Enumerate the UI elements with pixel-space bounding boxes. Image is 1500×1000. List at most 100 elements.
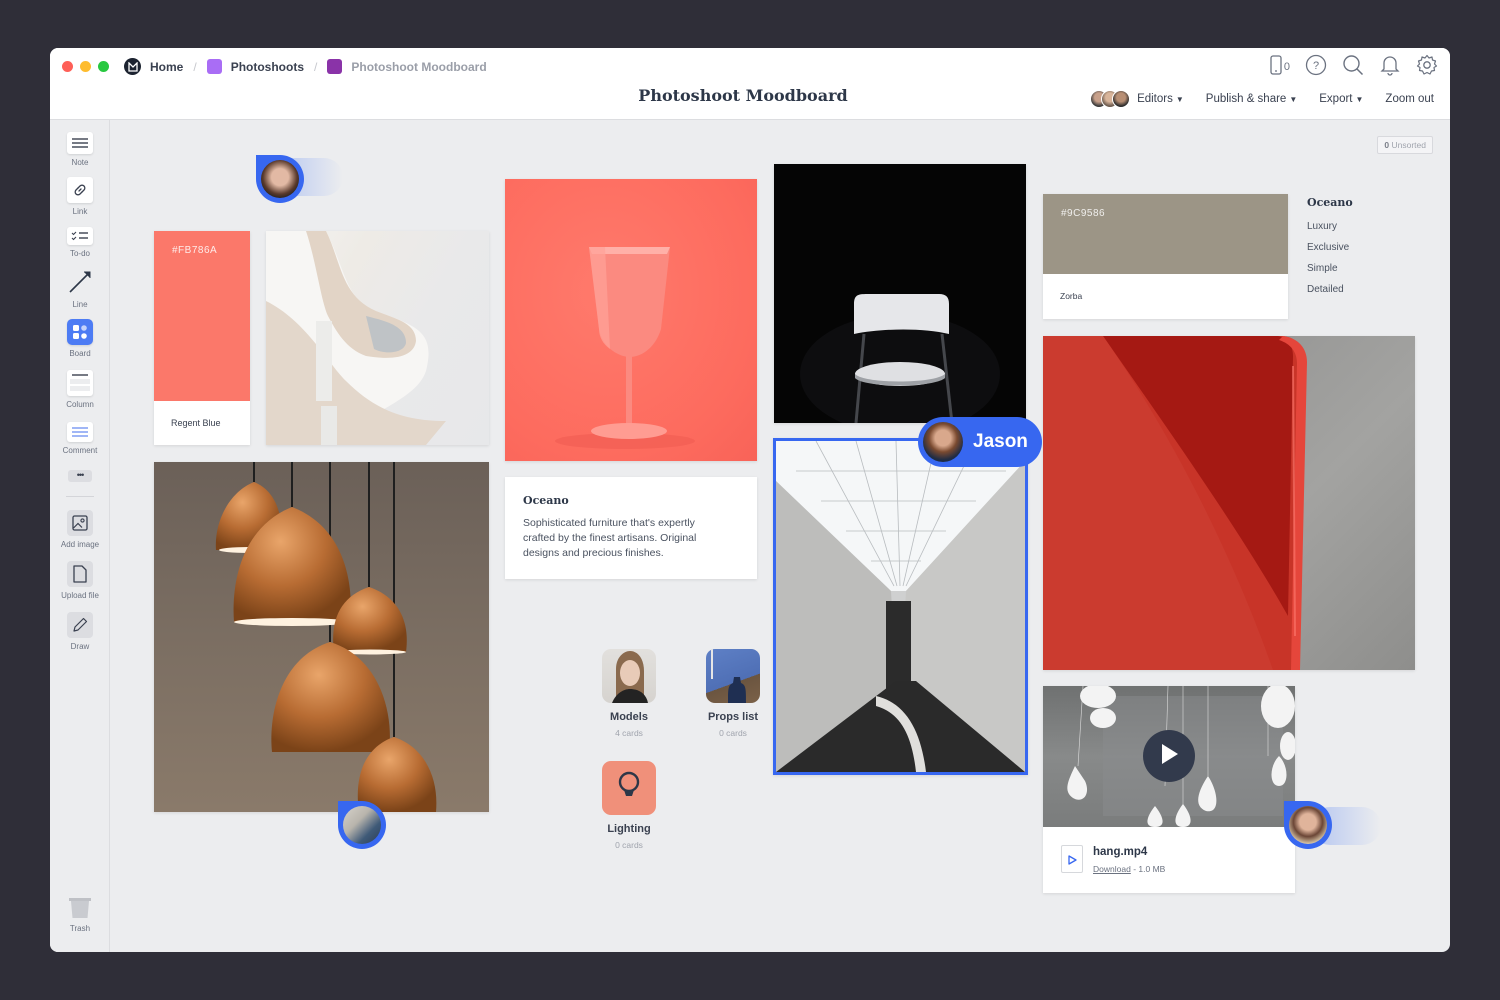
swatch-hex: #FB786A [172,245,218,256]
image-card-goblet[interactable] [505,179,757,461]
avatar [1112,90,1131,108]
mobile-device-icon [1270,54,1282,80]
lighting-thumbnail [602,761,656,815]
svg-text:?: ? [1313,60,1319,72]
collaborator-tag-jason: Jason [918,417,1042,467]
avatar [923,422,963,462]
board-props-list[interactable]: Props list 0 cards [678,649,788,738]
image-card-architecture[interactable] [266,231,489,445]
board-name: Models [610,711,648,723]
keyword-item: Exclusive [1307,242,1350,253]
board-lighting[interactable]: Lighting 0 cards [574,761,684,850]
corridor-photo [776,441,1025,772]
image-card-red-chair[interactable] [1043,336,1415,670]
file-info: hang.mp4 Download - 1.0 MB [1043,827,1295,893]
editor-avatars [1090,90,1131,108]
tool-note[interactable]: Note [50,132,110,167]
architecture-photo [266,231,446,445]
todo-icon [67,227,93,245]
header-actions: Editors ▼ Publish & share ▼ Export ▼ Zoo… [1090,90,1434,108]
tool-label: Upload file [61,591,99,600]
note-body: Sophisticated furniture that's expertly … [523,517,697,559]
trash-icon [67,896,93,920]
pencil-icon [67,612,93,638]
breadcrumb-current-board[interactable]: Photoshoot Moodboard [327,59,487,74]
props-list-thumbnail [706,649,760,703]
notifications-button[interactable] [1379,54,1401,81]
tool-label: Trash [69,924,91,933]
breadcrumb-separator: / [314,59,318,74]
breadcrumb-photoshoots[interactable]: Photoshoots [206,59,305,74]
tool-upload-file[interactable]: Upload file [50,561,110,600]
help-icon: ? [1305,54,1327,81]
board-icon [67,319,93,345]
keyword-item: Simple [1307,263,1338,274]
minimize-window-button[interactable] [80,61,91,72]
sidebar-divider [66,496,94,497]
line-arrow-icon [67,268,93,296]
publish-share-dropdown[interactable]: Publish & share ▼ [1206,93,1297,105]
tool-sidebar: Note Link To-do Line Board Column Commen… [50,120,110,952]
breadcrumb-photoshoots-label: Photoshoots [230,59,305,74]
video-thumbnail [1043,686,1295,827]
note-card[interactable]: Oceano Sophisticated furniture that's ex… [505,477,757,579]
tool-column[interactable]: Column [50,370,110,409]
close-window-button[interactable] [62,61,73,72]
note-title: Oceano [523,494,569,507]
tool-board[interactable]: Board [50,319,110,358]
maximize-window-button[interactable] [98,61,109,72]
export-dropdown[interactable]: Export ▼ [1319,93,1363,105]
collaborator-cursor [1284,801,1332,849]
editors-dropdown[interactable]: Editors ▼ [1090,90,1184,108]
image-card-white-chair[interactable] [774,164,1026,423]
notification-bell-icon [1380,54,1400,81]
tool-add-image[interactable]: Add image [50,510,110,549]
top-icon-bar: 0 ? [1270,54,1438,81]
tool-comment[interactable]: Comment [50,422,110,455]
avatar [343,806,381,844]
search-icon [1342,54,1364,81]
swatch-color-block: #FB786A [154,231,250,401]
keyword-list-title: Oceano [1307,196,1353,209]
note-icon [67,132,93,154]
board-square-icon [206,59,222,74]
tool-label: Column [66,400,94,409]
search-button[interactable] [1342,54,1364,81]
play-icon [1159,743,1179,770]
download-link[interactable]: Download [1093,864,1131,874]
image-card-copper-lamps[interactable] [154,462,489,812]
tool-more[interactable]: ••• [50,470,110,482]
color-swatch-card[interactable]: #FB786A Regent Blue [154,231,250,445]
breadcrumb-home-label: Home [150,59,184,74]
tool-label: Note [71,158,89,167]
swatch-color-block: #9C9586 [1043,194,1288,274]
color-swatch-card[interactable]: #9C9586 Zorba [1043,194,1288,319]
settings-button[interactable] [1416,54,1438,78]
goblet-photo [555,247,695,449]
board-models[interactable]: Models 4 cards [574,649,684,738]
editors-label: Editors [1137,93,1173,105]
tool-todo[interactable]: To-do [50,227,110,258]
file-meta: Download - 1.0 MB [1093,864,1165,874]
breadcrumb-home[interactable]: Home [124,58,183,75]
zoom-out-button[interactable]: Zoom out [1385,93,1434,105]
collaborator-cursor [256,155,304,203]
tool-link[interactable]: Link [50,177,110,216]
video-file-card[interactable]: hang.mp4 Download - 1.0 MB [1043,686,1295,893]
tool-line[interactable]: Line [50,268,110,309]
red-chair-photo [1043,336,1307,670]
keyword-list-card[interactable]: Oceano Luxury Exclusive Simple Detailed [1307,196,1407,295]
help-button[interactable]: ? [1305,54,1327,81]
image-card-corridor-selected[interactable] [773,438,1028,775]
tool-label: Draw [70,642,90,651]
tool-draw[interactable]: Draw [50,612,110,651]
more-icon: ••• [68,470,92,482]
breadcrumb: Home / Photoshoots / Photoshoot Moodboar… [124,58,487,75]
mobile-device-button[interactable]: 0 [1270,54,1290,80]
board-canvas[interactable]: 0 Unsorted #FB786A Regent Blue #9C9586 Z… [111,120,1450,952]
play-button[interactable] [1143,730,1195,782]
file-name: hang.mp4 [1093,846,1148,858]
unsorted-button[interactable]: 0 Unsorted [1377,136,1433,154]
tool-trash[interactable]: Trash [50,896,110,933]
file-size: 1.0 MB [1138,864,1166,874]
